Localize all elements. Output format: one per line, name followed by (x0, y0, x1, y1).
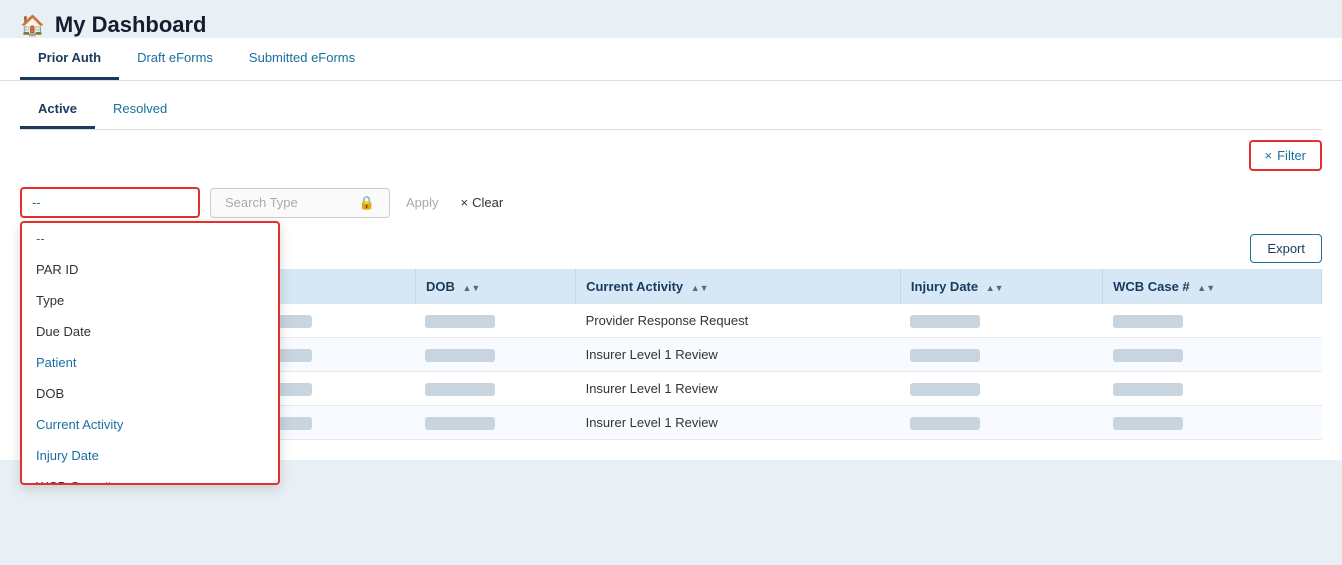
export-button[interactable]: Export (1250, 234, 1322, 263)
col-header-dob[interactable]: DOB ▲▼ (415, 269, 575, 304)
cell-dob (415, 406, 575, 440)
tab-prior-auth[interactable]: Prior Auth (20, 38, 119, 80)
dropdown-item-dob[interactable]: DOB (22, 378, 278, 409)
search-type-placeholder: Search Type (225, 195, 353, 210)
col-header-current-activity[interactable]: Current Activity ▲▼ (576, 269, 901, 304)
dropdown-item-blank[interactable]: -- (22, 223, 278, 254)
dropdown-item-current-activity[interactable]: Current Activity (22, 409, 278, 440)
page-title: My Dashboard (55, 12, 207, 38)
dropdown-item-type[interactable]: Type (22, 285, 278, 316)
filter-button[interactable]: × Filter (1249, 140, 1322, 171)
search-type-select[interactable]: -- (20, 187, 200, 218)
dropdown-item-injury-date[interactable]: Injury Date (22, 440, 278, 471)
cell-injury-date (900, 338, 1102, 372)
cell-injury-date (900, 372, 1102, 406)
sort-arrows-wcb-case[interactable]: ▲▼ (1197, 283, 1215, 293)
search-type-field[interactable]: Search Type 🔒 (210, 188, 390, 218)
cell-current-activity: Insurer Level 1 Review (576, 372, 901, 406)
col-header-injury-date[interactable]: Injury Date ▲▼ (900, 269, 1102, 304)
cell-wcb-case (1103, 338, 1322, 372)
cell-wcb-case (1103, 406, 1322, 440)
cell-current-activity: Insurer Level 1 Review (576, 338, 901, 372)
clear-button[interactable]: × Clear (455, 189, 510, 216)
search-type-dropdown-wrapper[interactable]: -- -- PAR ID Type Due Date Patient DOB C… (20, 187, 200, 218)
lock-icon: 🔒 (359, 195, 375, 211)
sort-arrows-dob[interactable]: ▲▼ (463, 283, 481, 293)
cell-injury-date (900, 304, 1102, 338)
col-header-wcb-case[interactable]: WCB Case # ▲▼ (1103, 269, 1322, 304)
sort-arrows-injury-date[interactable]: ▲▼ (986, 283, 1004, 293)
home-icon[interactable]: 🏠 (20, 13, 45, 38)
filter-close-icon: × (1265, 148, 1273, 163)
clear-label: Clear (472, 195, 503, 210)
filter-label: Filter (1277, 148, 1306, 163)
subtab-resolved[interactable]: Resolved (95, 91, 185, 129)
dropdown-item-wcb-case[interactable]: WCB Case # (22, 471, 278, 483)
dropdown-menu: -- PAR ID Type Due Date Patient DOB Curr… (20, 221, 280, 485)
apply-button[interactable]: Apply (400, 189, 445, 216)
cell-injury-date (900, 406, 1102, 440)
dropdown-item-par-id[interactable]: PAR ID (22, 254, 278, 285)
tab-draft-eforms[interactable]: Draft eForms (119, 38, 231, 80)
cell-wcb-case (1103, 372, 1322, 406)
sort-arrows-current-activity[interactable]: ▲▼ (691, 283, 709, 293)
cell-dob (415, 304, 575, 338)
subtab-active[interactable]: Active (20, 91, 95, 129)
cell-current-activity: Insurer Level 1 Review (576, 406, 901, 440)
cell-wcb-case (1103, 304, 1322, 338)
dropdown-item-due-date[interactable]: Due Date (22, 316, 278, 347)
dropdown-item-patient[interactable]: Patient (22, 347, 278, 378)
clear-close-icon: × (461, 195, 469, 210)
cell-current-activity: Provider Response Request (576, 304, 901, 338)
tab-submitted-eforms[interactable]: Submitted eForms (231, 38, 373, 80)
cell-dob (415, 338, 575, 372)
cell-dob (415, 372, 575, 406)
